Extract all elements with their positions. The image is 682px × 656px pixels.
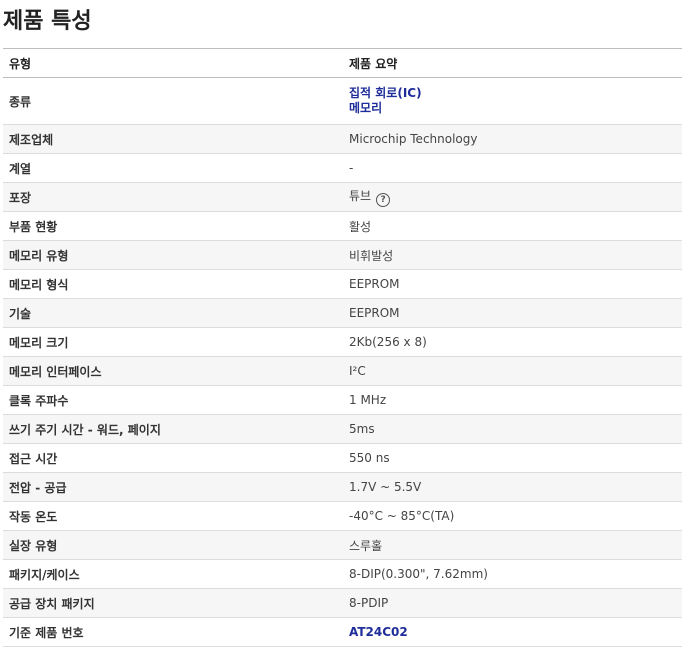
attribute-value: I²C: [343, 356, 682, 386]
attribute-label: 실장 유형: [3, 530, 343, 560]
attribute-label: 공급 장치 패키지: [3, 588, 343, 618]
table-row-memory-interface: 메모리 인터페이스 I²C: [3, 356, 682, 386]
attribute-value: EEPROM: [343, 298, 682, 328]
base-part-number-link[interactable]: AT24C02: [349, 625, 682, 640]
page-title: 제품 특성: [3, 9, 92, 34]
attribute-label: 부품 현황: [3, 211, 343, 241]
attribute-label: 클록 주파수: [3, 385, 343, 415]
attribute-value: -40°C ~ 85°C(TA): [343, 501, 682, 531]
table-row-package-case: 패키지/케이스 8-DIP(0.300", 7.62mm): [3, 559, 682, 589]
attribute-label: 패키지/케이스: [3, 559, 343, 589]
table-row-memory-type: 메모리 유형 비휘발성: [3, 240, 682, 270]
category-link-memory[interactable]: 메모리: [349, 101, 682, 116]
attribute-value: 1.7V ~ 5.5V: [343, 472, 682, 502]
attribute-value: -: [343, 153, 682, 183]
attribute-value: Microchip Technology: [343, 124, 682, 154]
category-link-ic[interactable]: 집적 회로(IC): [349, 86, 682, 101]
attribute-label: 기술: [3, 298, 343, 328]
table-row-part-status: 부품 현황 활성: [3, 211, 682, 241]
attribute-value: 스루홀: [343, 530, 682, 560]
attribute-value: AT24C02: [343, 617, 682, 647]
attribute-label: 메모리 형식: [3, 269, 343, 299]
table-row-supplier-device-package: 공급 장치 패키지 8-PDIP: [3, 588, 682, 618]
attribute-label: 메모리 유형: [3, 240, 343, 270]
attribute-label: 계열: [3, 153, 343, 183]
table-row-operating-temperature: 작동 온도 -40°C ~ 85°C(TA): [3, 501, 682, 531]
table-row-mounting-type: 실장 유형 스루홀: [3, 530, 682, 560]
attribute-value: 활성: [343, 211, 682, 241]
table-row-write-cycle-time: 쓰기 주기 시간 - 워드, 페이지 5ms: [3, 414, 682, 444]
attribute-label: 메모리 크기: [3, 327, 343, 357]
table-row-memory-size: 메모리 크기 2Kb(256 x 8): [3, 327, 682, 357]
attribute-label: 기준 제품 번호: [3, 617, 343, 647]
attribute-value: 550 ns: [343, 443, 682, 473]
table-row-packaging: 포장 튜브?: [3, 182, 682, 212]
column-header-summary: 제품 요약: [343, 48, 682, 78]
attribute-label: 작동 온도: [3, 501, 343, 531]
table-row-manufacturer: 제조업체 Microchip Technology: [3, 124, 682, 154]
attribute-value: 비휘발성: [343, 240, 682, 270]
column-header-type: 유형: [3, 48, 343, 78]
table-row-access-time: 접근 시간 550 ns: [3, 443, 682, 473]
attribute-label: 메모리 인터페이스: [3, 356, 343, 386]
packaging-value: 튜브: [349, 189, 372, 203]
attribute-label: 전압 - 공급: [3, 472, 343, 502]
product-attributes-table: 유형 제품 요약 종류 집적 회로(IC) 메모리 제조업체 Microchip…: [3, 48, 682, 647]
help-circle-icon[interactable]: ?: [376, 193, 391, 207]
table-row-technology: 기술 EEPROM: [3, 298, 682, 328]
attribute-value: 집적 회로(IC) 메모리: [343, 77, 682, 125]
attribute-value: 2Kb(256 x 8): [343, 327, 682, 357]
attribute-label: 쓰기 주기 시간 - 워드, 페이지: [3, 414, 343, 444]
attribute-label: 제조업체: [3, 124, 343, 154]
table-row-memory-format: 메모리 형식 EEPROM: [3, 269, 682, 299]
attribute-label: 접근 시간: [3, 443, 343, 473]
table-row-series: 계열 -: [3, 153, 682, 183]
attribute-value: 5ms: [343, 414, 682, 444]
attribute-value: 튜브?: [343, 182, 682, 212]
attribute-value: 1 MHz: [343, 385, 682, 415]
attribute-value: 8-DIP(0.300", 7.62mm): [343, 559, 682, 589]
attribute-label: 포장: [3, 182, 343, 212]
table-header-row: 유형 제품 요약: [3, 48, 682, 78]
attribute-value: 8-PDIP: [343, 588, 682, 618]
table-row-category: 종류 집적 회로(IC) 메모리: [3, 77, 682, 125]
table-row-clock-frequency: 클록 주파수 1 MHz: [3, 385, 682, 415]
attribute-label: 종류: [3, 77, 343, 125]
table-row-voltage-supply: 전압 - 공급 1.7V ~ 5.5V: [3, 472, 682, 502]
product-attributes-section: 제품 특성 유형 제품 요약 종류 집적 회로(IC) 메모리 제조업체 Mic…: [0, 0, 682, 656]
table-row-base-part-number: 기준 제품 번호 AT24C02: [3, 617, 682, 647]
attribute-value: EEPROM: [343, 269, 682, 299]
